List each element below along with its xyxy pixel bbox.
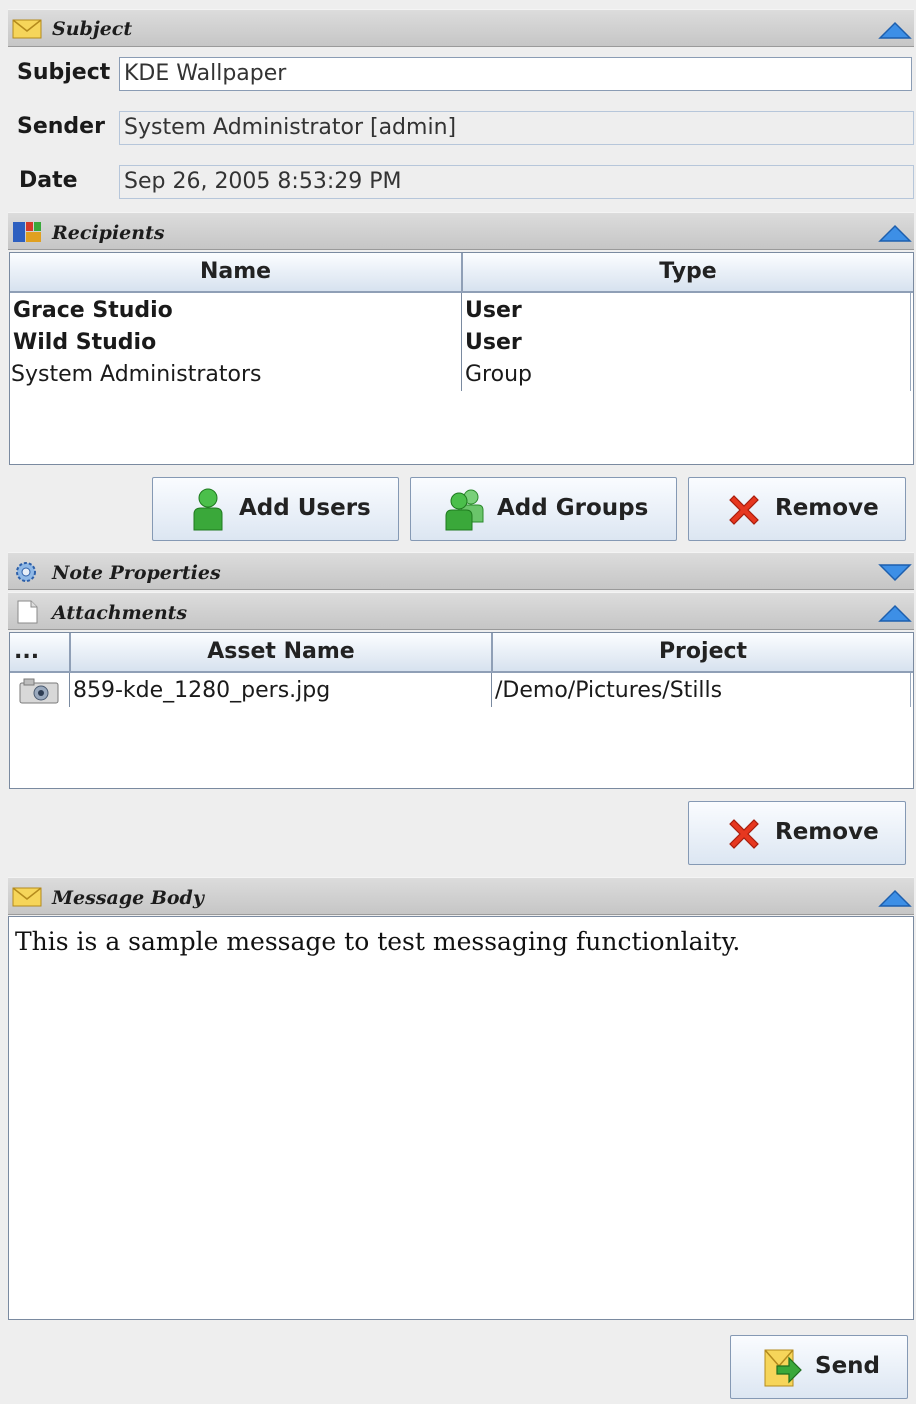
subject-section-title: Subject [52, 18, 133, 40]
gear-icon [16, 562, 36, 582]
recipient-type: User [465, 298, 522, 323]
expand-chevron-icon[interactable] [878, 562, 912, 584]
recipients-section-title: Recipients [52, 222, 165, 244]
recipient-name[interactable]: Grace Studio [13, 295, 173, 327]
attachments-section-title: Attachments [52, 602, 188, 624]
note-properties-section-header[interactable]: Note Properties [8, 552, 914, 590]
column-header-icon[interactable]: ... [10, 633, 71, 673]
send-label: Send [815, 1353, 881, 1379]
recipients-section-header: Recipients [8, 212, 914, 250]
message-body-section-title: Message Body [52, 887, 204, 909]
delete-x-icon [729, 495, 759, 525]
asset-project: /Demo/Pictures/Stills [495, 678, 723, 703]
attachments-section-header: Attachments [8, 592, 914, 630]
recipients-icon [13, 222, 41, 242]
column-divider [461, 293, 462, 391]
recipient-type: User [465, 330, 522, 355]
add-groups-button[interactable]: Add Groups [410, 477, 677, 541]
column-divider [491, 673, 492, 707]
column-header-type[interactable]: Type [463, 253, 913, 293]
sender-label: Sender [17, 114, 105, 139]
remove-label: Remove [775, 819, 879, 845]
date-field: Sep 26, 2005 8:53:29 PM [119, 165, 914, 199]
subject-input[interactable]: KDE Wallpaper [119, 57, 912, 91]
add-groups-label: Add Groups [497, 495, 649, 521]
subject-label: Subject [17, 60, 111, 85]
recipient-name[interactable]: Wild Studio [13, 327, 156, 359]
column-header-project[interactable]: Project [493, 633, 913, 673]
recipient-name[interactable]: System Administrators [11, 359, 261, 391]
add-users-label: Add Users [239, 495, 371, 521]
send-mail-icon [764, 1349, 802, 1387]
column-divider [910, 673, 911, 707]
envelope-icon [12, 887, 42, 907]
column-divider [910, 293, 911, 391]
column-header-asset-name[interactable]: Asset Name [71, 633, 493, 673]
date-label: Date [19, 168, 78, 193]
collapse-chevron-icon[interactable] [878, 222, 912, 244]
recipients-table: Name Type Grace Studio User Wild Studio … [9, 252, 914, 465]
delete-x-icon [729, 819, 759, 849]
group-icon [445, 489, 484, 531]
note-properties-section-title: Note Properties [52, 562, 221, 584]
document-icon [17, 600, 38, 624]
add-users-button[interactable]: Add Users [152, 477, 399, 541]
send-button[interactable]: Send [730, 1335, 908, 1399]
user-icon [193, 488, 223, 531]
column-header-name[interactable]: Name [10, 253, 463, 293]
collapse-chevron-icon[interactable] [878, 887, 912, 909]
envelope-icon [12, 19, 42, 39]
collapse-chevron-icon[interactable] [878, 602, 912, 624]
message-body-section-header: Message Body [8, 877, 914, 915]
remove-attachment-button[interactable]: Remove [688, 801, 906, 865]
remove-label: Remove [775, 495, 879, 521]
recipient-type: Group [465, 362, 532, 387]
image-icon [19, 678, 59, 704]
remove-recipient-button[interactable]: Remove [688, 477, 906, 541]
attachments-table: ... Asset Name Project 859-kde_1280_pers… [9, 632, 914, 789]
collapse-chevron-icon[interactable] [878, 19, 912, 41]
column-divider [69, 673, 70, 707]
sender-field: System Administrator [admin] [119, 111, 914, 145]
message-body-textarea[interactable]: This is a sample message to test messagi… [8, 916, 914, 1320]
subject-section-header: Subject [8, 9, 914, 47]
asset-name[interactable]: 859-kde_1280_pers.jpg [73, 675, 330, 707]
